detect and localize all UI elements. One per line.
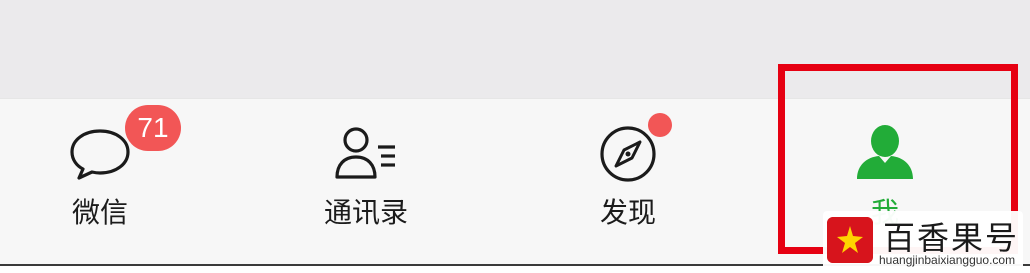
watermark-logo-icon: [827, 217, 873, 263]
tab-contacts[interactable]: 通讯录: [266, 99, 466, 265]
unread-count-badge: 71: [125, 105, 181, 151]
tab-contacts-label: 通讯录: [323, 196, 408, 229]
tab-discover-label: 发现: [599, 196, 656, 229]
tab-wechat[interactable]: 微信 71: [0, 99, 200, 265]
new-moments-dot: [648, 113, 672, 137]
chat-bubble-icon: [70, 129, 130, 180]
tab-wechat-label: 微信: [71, 196, 128, 229]
watermark-url: huangjinbaixiangguo.com: [879, 253, 1016, 267]
tab-discover[interactable]: 发现: [528, 99, 728, 265]
watermark: 百香果号 huangjinbaixiangguo.com: [823, 211, 1023, 271]
contacts-icon: [335, 127, 395, 179]
